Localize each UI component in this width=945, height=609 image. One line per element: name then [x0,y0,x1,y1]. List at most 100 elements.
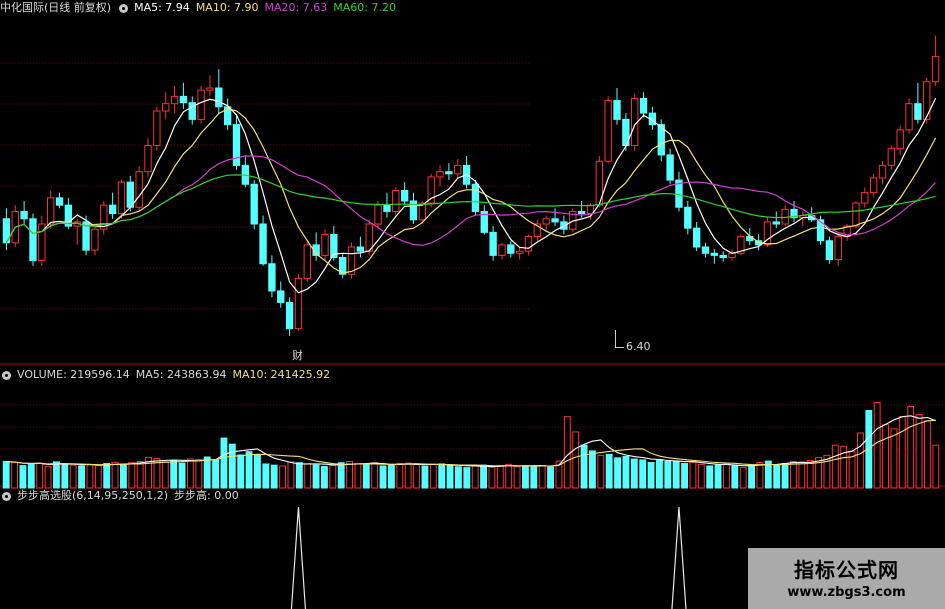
candle-body [206,87,214,91]
volume-bar [128,462,136,489]
volume-ma5-label: MA5: 243863.94 [135,368,227,381]
volume-settings-icon[interactable] [2,370,11,380]
volume-label: VOLUME: 219596.14 [17,368,130,381]
volume-bar [388,464,395,489]
candle-body [108,204,117,215]
volume-bar [714,464,722,489]
volume-bar [513,466,521,489]
candle-body [135,171,143,208]
candle-body [126,181,134,208]
candle-body [471,183,480,212]
candle-body [719,254,727,258]
candle-body [392,190,400,212]
candle-body [374,204,382,225]
candle-body [445,171,453,175]
indicator-spike [290,506,307,609]
volume-bar [287,461,295,489]
candle-body [772,221,780,225]
volume-bar [228,443,236,489]
volume-bar [756,462,764,489]
volume-bar [496,465,504,489]
volume-panel-header: VOLUME: 219596.14 MA5: 243863.94 MA10: 2… [0,367,330,383]
candle-body [117,181,126,215]
candle-body [914,103,922,120]
candle-body [701,246,710,254]
volume-bar [254,454,261,489]
candle-body [170,95,179,105]
settings-icon[interactable] [119,3,129,13]
ma60-line [5,174,936,244]
candle-body [498,244,506,256]
watermark-url: www.zbgs3.com [787,585,906,600]
watermark: 指标公式网 www.zbgs3.com [748,548,945,609]
volume-bar [781,463,789,489]
candle-body [710,252,719,256]
stock-title: 中化国际(日线 前复权) [0,1,112,14]
volume-bar [203,456,211,489]
candle-body [356,246,365,252]
volume-bar [907,405,915,489]
candle-body [285,301,294,330]
volume-bar [823,454,831,489]
candle-body [400,190,409,202]
volume-bar [413,464,420,489]
candle-body [144,145,152,173]
grid-lines [0,62,945,487]
candle-body [215,87,223,108]
volume-bar [488,466,496,489]
candle-body [427,176,435,204]
candle-body [91,228,99,251]
volume-bar [2,461,10,489]
candle-body [197,89,205,120]
candle-body [232,124,241,166]
volume-bar [614,457,621,489]
candle-body [55,197,64,206]
volume-bar [547,466,554,489]
candle-body [852,202,860,227]
candle-body [383,204,391,212]
candle-body [259,223,267,265]
volume-bar [321,466,328,489]
ma5-line [5,98,937,294]
indicator-name: 步步高选股(6,14,95,250,1,2) [17,489,169,502]
volume-bar [187,458,194,489]
candle-body [931,56,940,83]
candle-body [454,164,462,175]
volume-bar [94,465,102,489]
volume-bar [19,465,27,489]
candle-body [162,103,170,112]
finance-event-marker[interactable]: 财 [292,347,303,363]
candle-body [46,197,55,225]
volume-bar [664,461,672,489]
volume-bar [580,444,588,489]
volume-bar [161,461,169,489]
volume-bar [480,464,487,489]
volume-bar [898,416,906,489]
volume-bar [346,461,353,489]
candle-body [29,218,37,262]
volume-bar [212,459,219,489]
volume-bar [237,454,245,489]
volume-bar [354,463,362,489]
candle-body [489,231,497,256]
volume-bar [86,464,94,489]
candle-body [684,206,692,229]
volume-bar [572,431,580,489]
ma60-label: MA60: 7.20 [333,1,396,14]
volume-bar [505,463,513,489]
ma10-line [5,108,937,274]
volume-bar [396,463,404,489]
volume-bar [723,463,730,489]
volume-bar [170,459,178,489]
volume-bar [220,437,228,489]
volume-bar [69,464,77,489]
volume-bar [463,467,471,489]
volume-bar [103,463,111,489]
volume-bar [455,466,462,489]
volume-bar [404,462,412,489]
stock-chart[interactable] [0,0,945,609]
volume-bar [622,455,630,489]
candle-body [153,110,161,147]
volume-bar [379,465,387,489]
indicator-settings-icon[interactable] [2,491,11,501]
